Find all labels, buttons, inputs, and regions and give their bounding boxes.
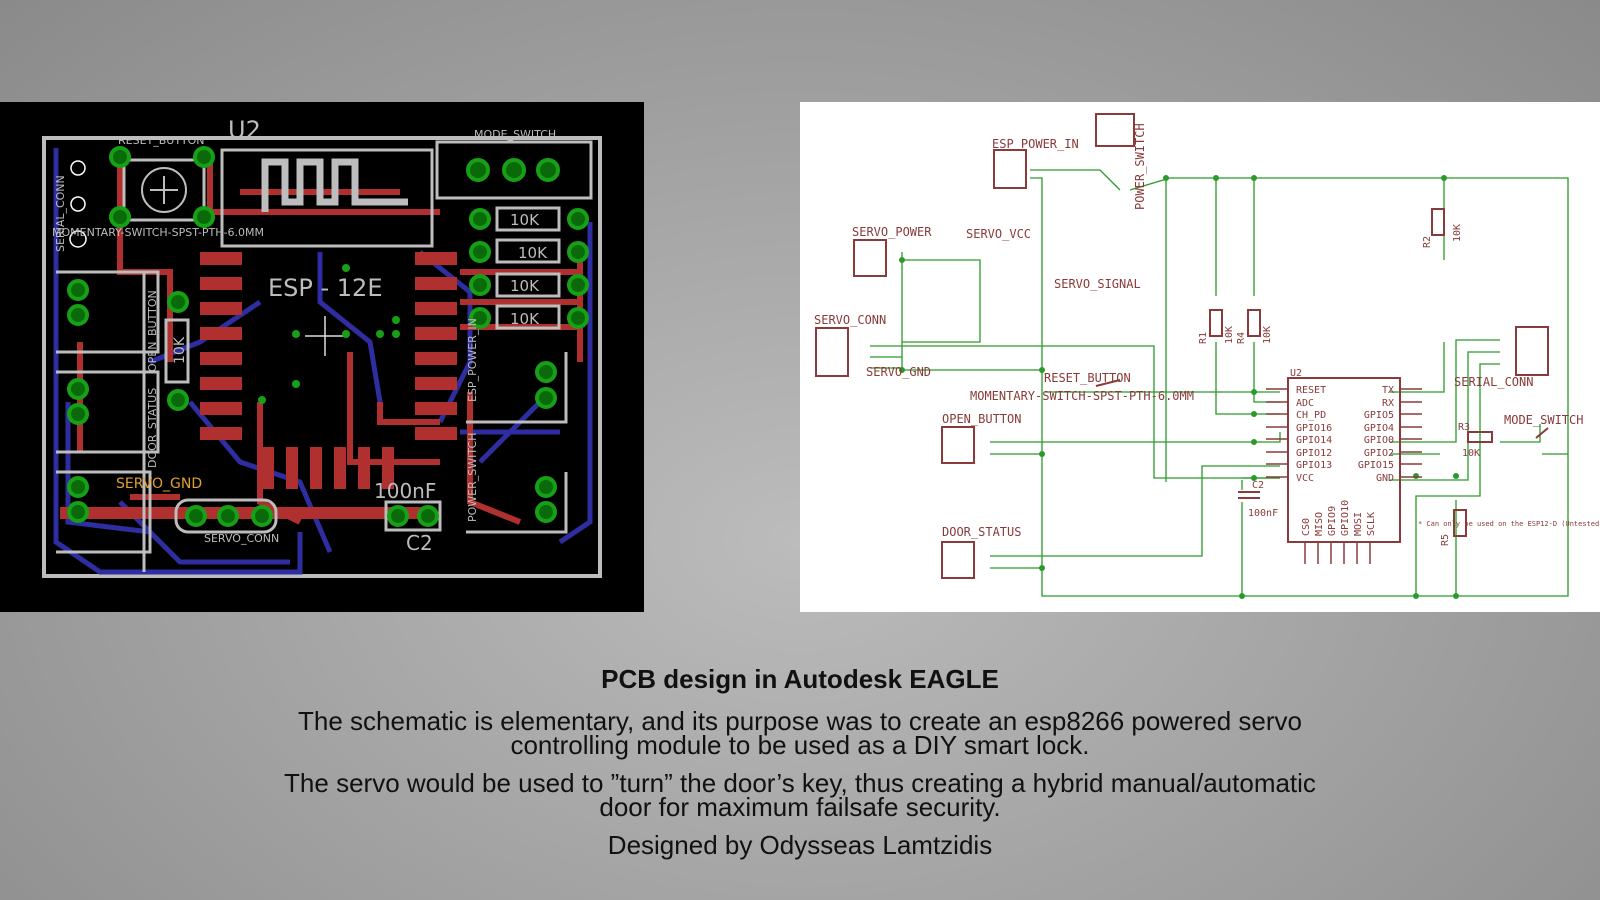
svg-text:MOSI: MOSI bbox=[1353, 512, 1364, 536]
pcb-label-momentary: MOMENTARY-SWITCH-SPST-PTH-6.0MM bbox=[52, 226, 264, 239]
svg-text:R5: R5 bbox=[1440, 534, 1451, 546]
svg-text:CH_PD: CH_PD bbox=[1296, 410, 1326, 421]
sch-label-u2: U2 bbox=[1290, 368, 1302, 379]
sch-label-servo-power: SERVO_POWER bbox=[852, 225, 932, 239]
caption-paragraph-1: The schematic is elementary, and its pur… bbox=[298, 706, 1302, 760]
pcb-label-r10k-3: 10K bbox=[510, 277, 540, 295]
svg-text:R3: R3 bbox=[1458, 422, 1470, 433]
svg-text:10K: 10K bbox=[1462, 448, 1480, 459]
sch-label-mode-switch: MODE_SWITCH bbox=[1504, 413, 1583, 427]
caption-credit: Designed by Odysseas Lamtzidis bbox=[607, 830, 993, 860]
svg-text:MISO: MISO bbox=[1314, 512, 1325, 536]
svg-text:GPIO14: GPIO14 bbox=[1296, 435, 1332, 446]
power-switch-connector bbox=[1095, 113, 1135, 147]
pcb-layout-view: U2 RESET_BUTTON MODE_SWITCH SERIAL_CONN … bbox=[0, 102, 644, 612]
pcb-label-u2: U2 bbox=[228, 116, 261, 144]
sch-label-serial-conn: SERIAL_CONN bbox=[1454, 375, 1533, 389]
antenna-trace bbox=[261, 158, 408, 212]
pcb-label-r10k-5: 10K bbox=[172, 336, 188, 364]
svg-text:100nF: 100nF bbox=[1248, 508, 1278, 519]
caption-block: PCB design in Autodesk EAGLE The schemat… bbox=[0, 664, 1600, 871]
sch-label-servo-signal: SERVO_SIGNAL bbox=[1054, 277, 1141, 291]
svg-text:R4: R4 bbox=[1236, 332, 1247, 344]
servo-gnd-trace bbox=[60, 507, 430, 519]
pcb-label-esp: ESP - 12E bbox=[268, 274, 383, 302]
pcb-label-cap: 100nF bbox=[374, 479, 436, 503]
svg-text:RESET: RESET bbox=[1296, 385, 1326, 396]
pcb-label-servo-gnd: SERVO_GND bbox=[116, 476, 202, 492]
svg-text:SCLK: SCLK bbox=[1366, 512, 1377, 536]
caption-title: PCB design in Autodesk EAGLE bbox=[601, 664, 999, 694]
sch-label-servo-gnd: SERVO_GND bbox=[866, 365, 931, 379]
svg-text:CS0: CS0 bbox=[1301, 518, 1312, 536]
svg-text:C2: C2 bbox=[1252, 480, 1264, 491]
sch-label-power-switch: POWER_SWITCH bbox=[1133, 123, 1147, 210]
sch-label-esp-power-in: ESP_POWER_IN bbox=[992, 137, 1079, 151]
svg-text:GPIO9: GPIO9 bbox=[1327, 506, 1338, 536]
svg-text:GPIO13: GPIO13 bbox=[1296, 460, 1332, 471]
pcb-label-esp-power-in: ESP_POWER_IN bbox=[466, 318, 479, 402]
serial-conn-connector bbox=[1515, 326, 1549, 376]
svg-text:GND: GND bbox=[1376, 473, 1394, 484]
schematic-view: RESET ADC CH_PD GPIO16 GPIO14 GPIO12 GPI… bbox=[800, 102, 1600, 612]
svg-text:GPIO2: GPIO2 bbox=[1364, 448, 1394, 459]
sch-label-reset-button: RESET_BUTTON bbox=[1044, 371, 1131, 385]
svg-text:VCC: VCC bbox=[1296, 473, 1314, 484]
pcb-label-c2: C2 bbox=[406, 531, 433, 555]
pcb-label-power-switch: POWER_SWITCH bbox=[466, 433, 479, 522]
svg-text:10K: 10K bbox=[1224, 326, 1235, 344]
svg-text:GPIO4: GPIO4 bbox=[1364, 423, 1394, 434]
svg-text:10K: 10K bbox=[1452, 224, 1463, 242]
pcb-label-servo-conn: SERVO_CONN bbox=[204, 532, 279, 545]
pcb-label-door-status: DOOR_STATUS bbox=[146, 388, 159, 468]
svg-text:GPIO10: GPIO10 bbox=[1340, 500, 1351, 536]
sch-label-momentary: MOMENTARY-SWITCH-SPST-PTH-6.0MM bbox=[970, 389, 1194, 403]
svg-text:GPIO5: GPIO5 bbox=[1364, 410, 1394, 421]
svg-text:R2: R2 bbox=[1422, 236, 1433, 248]
schematic-drawing: RESET ADC CH_PD GPIO16 GPIO14 GPIO12 GPI… bbox=[814, 113, 1600, 599]
esp-power-in-connector bbox=[993, 149, 1027, 189]
pcb-board-drawing: U2 RESET_BUTTON MODE_SWITCH SERIAL_CONN … bbox=[42, 116, 602, 578]
svg-text:TX: TX bbox=[1382, 385, 1394, 396]
pcb-label-r10k-2: 10K bbox=[518, 244, 548, 262]
svg-text:GPIO0: GPIO0 bbox=[1364, 435, 1394, 446]
pcb-label-open-button: OPEN_BUTTON bbox=[146, 290, 159, 372]
svg-text:GPIO16: GPIO16 bbox=[1296, 423, 1332, 434]
pcb-label-mode-switch: MODE_SWITCH bbox=[474, 128, 556, 141]
svg-text:GPIO12: GPIO12 bbox=[1296, 448, 1332, 459]
svg-text:10K: 10K bbox=[1262, 326, 1273, 344]
sch-note: * Can only be used on the ESP12-D (Untes… bbox=[1418, 520, 1600, 528]
open-button-connector bbox=[941, 426, 975, 464]
pcb-label-r10k-4: 10K bbox=[510, 310, 540, 328]
svg-text:ADC: ADC bbox=[1296, 398, 1314, 409]
sch-label-servo-conn: SERVO_CONN bbox=[814, 313, 886, 327]
svg-text:R1: R1 bbox=[1198, 332, 1209, 344]
door-status-connector bbox=[941, 541, 975, 579]
sch-label-servo-vcc: SERVO_VCC bbox=[966, 227, 1031, 241]
svg-text:GPIO15: GPIO15 bbox=[1358, 460, 1394, 471]
pcb-label-reset-button: RESET_BUTTON bbox=[118, 134, 204, 147]
pcb-label-r10k-1: 10K bbox=[510, 211, 540, 229]
svg-text:RX: RX bbox=[1382, 398, 1394, 409]
sch-label-door-status: DOOR_STATUS bbox=[942, 525, 1021, 539]
pcb-label-serial-conn: SERIAL_CONN bbox=[54, 175, 67, 252]
servo-conn-connector bbox=[815, 327, 849, 377]
servo-power-connector bbox=[853, 239, 887, 277]
caption-paragraph-2: The servo would be used to ”turn” the do… bbox=[284, 768, 1316, 822]
sch-label-open-button: OPEN_BUTTON bbox=[942, 412, 1021, 426]
